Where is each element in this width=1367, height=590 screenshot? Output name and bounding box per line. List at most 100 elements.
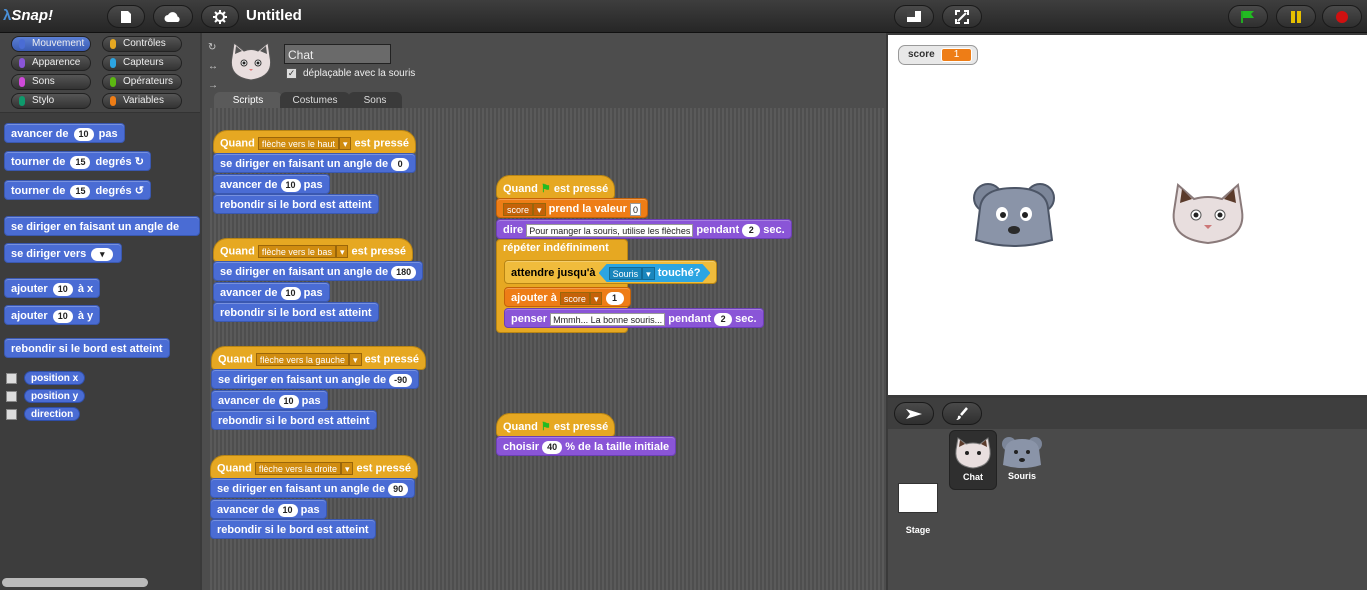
palette-block-ajouter-x[interactable]: ajouter 10 à x <box>4 278 101 298</box>
reporter-direction[interactable]: direction <box>24 407 81 421</box>
tab-sons[interactable]: Sons <box>348 92 402 109</box>
block-move-left[interactable]: avancer de 10 pas <box>211 390 328 410</box>
pause-icon <box>1291 10 1301 23</box>
block-point-direction-up[interactable]: se diriger en faisant un angle de 0 <box>213 153 417 173</box>
block-bounce-right[interactable]: rebondir si le bord est atteint <box>210 519 376 539</box>
stage[interactable]: score 1 <box>888 35 1367 395</box>
stage-size-button[interactable] <box>894 5 934 28</box>
block-set-size[interactable]: choisir 40 % de la taille initiale <box>496 436 677 456</box>
dropdown-arrow-icon[interactable]: ▾ <box>642 267 655 280</box>
dropdown-arrow-icon[interactable]: ▾ <box>335 245 349 258</box>
block-say-for[interactable]: dire Pour manger la souris, utilise les … <box>496 219 792 239</box>
category-capteurs[interactable]: Capteurs <box>102 55 182 71</box>
block-move-right[interactable]: avancer de 10 pas <box>210 499 327 519</box>
palette-scrollbar[interactable] <box>2 578 148 587</box>
settings-menu-button[interactable] <box>201 5 239 28</box>
watcher-checkbox-position-y[interactable] <box>6 391 17 402</box>
presentation-mode-button[interactable] <box>942 5 982 28</box>
rotate-cw-icon: ↻ <box>134 156 144 168</box>
cloud-icon <box>164 11 180 22</box>
score-watcher[interactable]: score 1 <box>898 45 979 65</box>
block-change-score[interactable]: ajouter à score ▾ 1 <box>504 287 631 307</box>
category-variables[interactable]: Variables <box>102 93 182 109</box>
hat-key-down[interactable]: Quand flèche vers le bas ▾ est pressé <box>213 238 413 262</box>
block-think-for[interactable]: penser Mmmh... La bonne souris... pendan… <box>504 308 764 328</box>
rotation-style-buttons[interactable]: ↻ ↔ → <box>208 38 218 95</box>
palette-block-avancer[interactable]: avancer de 10 pas <box>4 123 125 143</box>
block-bounce-down[interactable]: rebondir si le bord est atteint <box>213 302 379 322</box>
touching-predicate[interactable]: Souris ▾ touché? <box>599 264 711 282</box>
palette-block-diriger-angle[interactable]: se diriger en faisant un angle de <box>4 216 200 236</box>
turtle-arrow-icon <box>906 408 922 419</box>
scripts-area[interactable]: Quand flèche vers le haut ▾ est pressé se… <box>210 108 884 590</box>
watcher-checkbox-position-x[interactable] <box>6 373 17 384</box>
category-mouvement[interactable]: Mouvement <box>11 36 91 52</box>
corral-toolbar <box>888 398 1367 429</box>
cat-sprite-thumbnail <box>230 42 272 81</box>
rotate-left-right-icon[interactable]: ↔ <box>208 57 218 76</box>
corral-sprite-chat[interactable]: Chat <box>949 430 997 490</box>
category-operateurs[interactable]: Opérateurs <box>102 74 182 90</box>
paint-new-sprite-button[interactable] <box>942 402 982 425</box>
dropdown-arrow-icon[interactable]: ▾ <box>589 291 603 305</box>
hat-green-flag-main[interactable]: Quand ⚑ est pressé <box>496 175 616 199</box>
block-point-direction-left[interactable]: se diriger en faisant un angle de -90 <box>211 369 420 389</box>
block-wait-until[interactable]: attendre jusqu'à Souris ▾ touché? <box>504 260 718 284</box>
category-sons[interactable]: Sons <box>11 74 91 90</box>
reporter-position-x[interactable]: position x <box>24 371 86 385</box>
palette-block-ajouter-y[interactable]: ajouter 10 à y <box>4 305 101 325</box>
hat-green-flag-size[interactable]: Quand ⚑ est pressé <box>496 413 616 437</box>
block-bounce-left[interactable]: rebondir si le bord est atteint <box>211 410 377 430</box>
hat-key-right[interactable]: Quand flèche vers la droite ▾ est pressé <box>210 455 418 479</box>
mouse-thumbnail <box>1002 437 1042 468</box>
corral-sprite-souris[interactable]: Souris <box>998 430 1046 490</box>
watcher-checkbox-direction[interactable] <box>6 409 17 420</box>
palette-block-rebondir[interactable]: rebondir si le bord est atteint <box>4 338 170 358</box>
reporter-position-y[interactable]: position y <box>24 389 86 403</box>
block-point-direction-down[interactable]: se diriger en faisant un angle de 180 <box>213 261 424 281</box>
dropdown-arrow-icon[interactable]: ▾ <box>340 462 354 475</box>
rotate-ccw-icon: ↺ <box>134 185 144 197</box>
category-controles[interactable]: Contrôles <box>102 36 182 52</box>
category-apparence[interactable]: Apparence <box>11 55 91 71</box>
stop-button[interactable] <box>1322 5 1362 28</box>
block-set-score[interactable]: score ▾ prend la valeur 0 <box>496 198 648 218</box>
sprite-name-field[interactable]: Chat <box>284 44 391 64</box>
project-title: Untitled <box>246 7 302 24</box>
file-menu-button[interactable] <box>107 5 145 28</box>
palette-block-diriger-vers[interactable]: se diriger vers ▾ <box>4 243 123 263</box>
cat-thumbnail <box>955 437 991 469</box>
dropdown-arrow-icon[interactable]: ▾ <box>348 353 362 366</box>
add-turtle-sprite-button[interactable] <box>894 402 934 425</box>
palette-block-tourner-droite[interactable]: tourner de 15 degrés ↻ <box>4 151 151 171</box>
block-palette: Mouvement Contrôles Apparence Capteurs S… <box>0 33 200 590</box>
block-point-direction-right[interactable]: se diriger en faisant un angle de 90 <box>210 478 416 498</box>
tab-costumes[interactable]: Costumes <box>280 92 350 109</box>
capteurs-color-dot <box>110 58 116 68</box>
snap-editor: λSnap! Untitled Mouvement Contrôles Appa… <box>0 0 1367 590</box>
palette-block-tourner-gauche[interactable]: tourner de 15 degrés ↺ <box>4 180 151 200</box>
pause-button[interactable] <box>1276 5 1316 28</box>
operateurs-color-dot <box>110 77 116 87</box>
dropdown-arrow-icon[interactable]: ▾ <box>338 137 352 150</box>
block-move-up[interactable]: avancer de 10 pas <box>213 174 330 194</box>
stage-label: Stage <box>905 525 931 535</box>
block-bounce-up[interactable]: rebondir si le bord est atteint <box>213 194 379 214</box>
category-stylo[interactable]: Stylo <box>11 93 91 109</box>
stage-thumbnail[interactable] <box>898 483 938 513</box>
mouse-sprite[interactable] <box>972 180 1056 250</box>
draggable-checkbox[interactable]: ✓ <box>286 68 297 79</box>
snap-logo[interactable]: λSnap! <box>3 5 53 27</box>
cat-sprite[interactable] <box>1168 183 1248 245</box>
dropdown-arrow-icon[interactable]: ▾ <box>533 202 546 216</box>
dropdown-arrow-icon[interactable]: ▾ <box>91 247 114 261</box>
block-move-down[interactable]: avancer de 10 pas <box>213 282 330 302</box>
tab-scripts[interactable]: Scripts <box>214 92 282 109</box>
green-flag-button[interactable] <box>1228 5 1268 28</box>
hat-key-left[interactable]: Quand flèche vers la gauche ▾ est pressé <box>211 346 426 370</box>
top-bar: λSnap! Untitled <box>0 0 1367 33</box>
rotate-any-icon[interactable]: ↻ <box>208 38 218 57</box>
hat-key-up[interactable]: Quand flèche vers le haut ▾ est pressé <box>213 130 416 154</box>
draggable-label: déplaçable avec la souris <box>303 68 416 79</box>
cloud-menu-button[interactable] <box>153 5 193 28</box>
